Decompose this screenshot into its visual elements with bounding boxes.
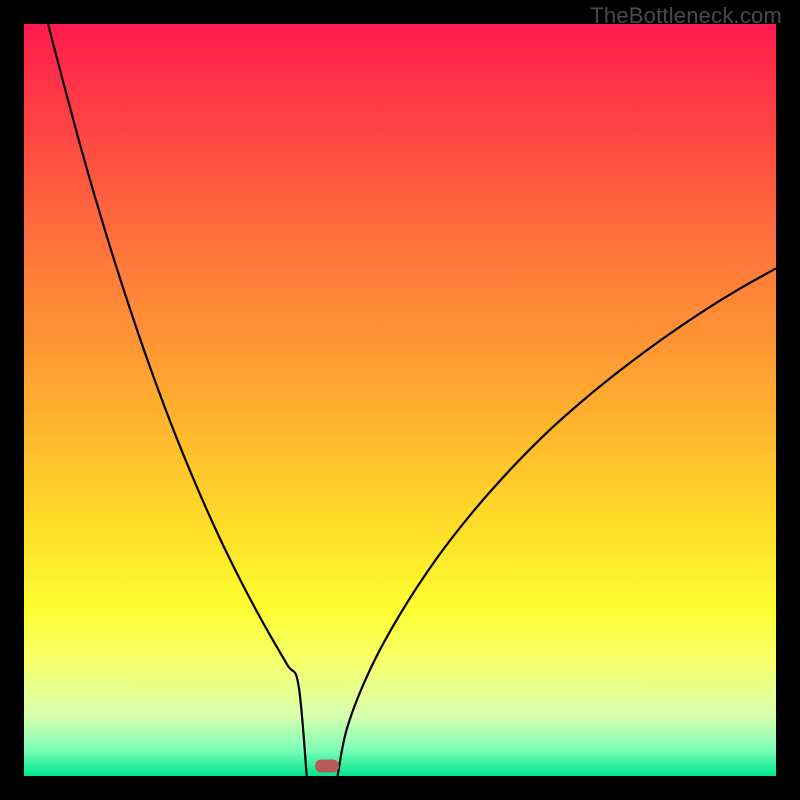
bottleneck-curve — [24, 24, 776, 776]
watermark-text: TheBottleneck.com — [590, 3, 782, 29]
plot-area — [24, 24, 776, 776]
chart-frame: TheBottleneck.com — [0, 0, 800, 800]
curve-left — [48, 24, 307, 776]
optimum-marker — [315, 760, 339, 773]
curve-right — [338, 268, 776, 776]
